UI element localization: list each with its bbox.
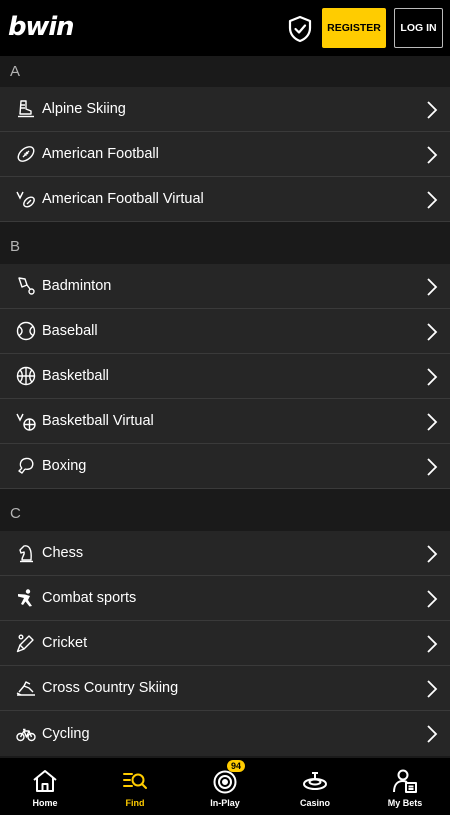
chevron-right-icon [427,368,438,386]
chevron-right-icon [427,278,438,296]
cricket-bat-icon [16,633,36,653]
inplay-count-badge: 94 [227,760,246,772]
section-header-b: B [0,222,450,264]
basketball-icon [16,366,36,386]
chevron-right-icon [427,635,438,653]
cross-country-skiing-icon [16,678,36,698]
sport-label: Cross Country Skiing [42,680,179,696]
chevron-right-icon [427,146,438,164]
sport-label: American Football Virtual [42,191,204,207]
nav-home[interactable]: Home [0,758,90,815]
nav-label: My Bets [387,798,423,808]
sport-item-american-football-virtual[interactable]: American Football Virtual [0,177,450,222]
chess-knight-icon [16,543,36,563]
my-bets-icon [393,769,417,793]
nav-casino[interactable]: Casino [270,758,360,815]
sport-item-chess[interactable]: Chess [0,531,450,576]
nav-inplay[interactable]: 94 In-Play [180,758,270,815]
bwin-logo[interactable]: bwin [8,12,74,42]
sport-item-alpine-skiing[interactable]: Alpine Skiing [0,87,450,132]
chevron-right-icon [427,680,438,698]
american-football-icon [16,144,36,164]
sport-item-basketball[interactable]: Basketball [0,354,450,399]
alpine-skiing-icon [16,99,36,119]
nav-label: Find [125,798,145,808]
sport-item-basketball-virtual[interactable]: Basketball Virtual [0,399,450,444]
sport-label: Chess [42,545,84,561]
sport-item-boxing[interactable]: Boxing [0,444,450,489]
baseball-icon [16,321,36,341]
sport-label: Cycling [42,725,90,742]
sport-label: Combat sports [42,590,137,606]
sport-label: Alpine Skiing [42,101,126,117]
badminton-icon [16,276,36,296]
home-icon [33,770,57,792]
nav-mybets[interactable]: My Bets [360,758,450,815]
virtual-football-icon [16,189,36,209]
sport-label: Cricket [42,635,88,651]
boxing-glove-icon [16,456,36,476]
sport-label: Basketball [42,368,109,384]
find-search-icon [123,773,147,789]
sport-item-badminton[interactable]: Badminton [0,264,450,309]
nav-label: In-Play [210,798,240,808]
chevron-right-icon [427,458,438,476]
combat-sports-icon [16,588,36,608]
sport-label: Boxing [42,458,87,474]
chevron-right-icon [427,323,438,341]
register-button[interactable]: REGISTER [322,8,386,48]
bottom-nav: Home Find 94 In-Play Casino My Bets [0,758,450,815]
roulette-icon [303,772,327,790]
sport-label: Basketball Virtual [42,413,154,429]
chevron-right-icon [427,191,438,209]
sport-label: American Football [42,146,159,162]
chevron-right-icon [427,101,438,119]
chevron-right-icon [427,545,438,563]
chevron-right-icon [427,725,438,743]
bicycle-icon [16,724,36,744]
sport-item-baseball[interactable]: Baseball [0,309,450,354]
sport-item-combat-sports[interactable]: Combat sports [0,576,450,621]
nav-label: Home [32,798,58,808]
sport-label: Badminton [42,278,112,294]
nav-label: Casino [299,798,330,808]
nav-find[interactable]: Find [90,758,180,815]
sport-item-cycling[interactable]: Cycling [0,711,450,756]
chevron-right-icon [427,590,438,608]
sport-label: Baseball [42,323,98,339]
sport-item-cross-country-skiing[interactable]: Cross Country Skiing [0,666,450,711]
sports-az-list: A Alpine Skiing American Football Americ… [0,56,450,758]
sport-item-american-football[interactable]: American Football [0,132,450,177]
chevron-right-icon [427,413,438,431]
top-header: bwin REGISTER LOG IN [0,0,450,56]
virtual-basketball-icon [16,411,36,431]
section-header-a: A [0,56,450,87]
login-button[interactable]: LOG IN [394,8,443,48]
section-header-c: C [0,489,450,531]
shield-check-icon[interactable] [287,15,313,43]
sport-item-cricket[interactable]: Cricket [0,621,450,666]
